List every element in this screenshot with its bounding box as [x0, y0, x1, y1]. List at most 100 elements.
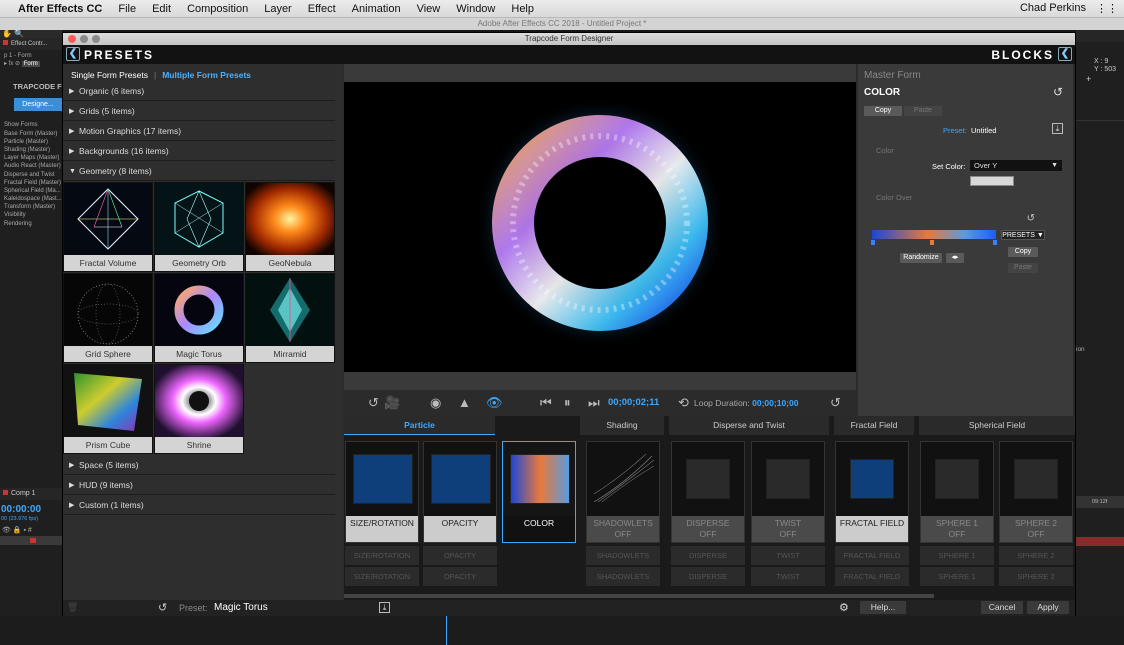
gradient-stop[interactable] [993, 240, 997, 245]
hand-tool-icon[interactable]: ✋ 🔍 [2, 30, 24, 38]
reset-view-icon[interactable]: ↺ [368, 395, 379, 411]
paste-button[interactable]: Paste [904, 106, 942, 116]
presets-back-icon[interactable]: ❮ [66, 47, 80, 61]
tree-item[interactable]: Rendering [0, 220, 62, 228]
menu-composition[interactable]: Composition [179, 3, 256, 15]
skip-back-icon[interactable]: ⏮ [540, 395, 552, 411]
sub-block[interactable]: TWIST [751, 546, 825, 565]
loop-duration-value[interactable]: 00;00;10;00 [752, 398, 798, 408]
gradient-presets-button[interactable]: PRESETS ▼ [1001, 230, 1045, 240]
tree-item[interactable]: Base Form (Master) [0, 130, 62, 138]
preset-thumb-geonebula[interactable]: GeoNebula [245, 182, 335, 272]
effect-toggle-icon[interactable]: ▸ fx ⊘ [4, 61, 20, 67]
eye-icon[interactable]: 👁 [486, 395, 503, 411]
preset-thumb-fractal-volume[interactable]: Fractal Volume [63, 182, 153, 272]
ae-layer-bar[interactable] [1076, 537, 1124, 546]
gradient-reset-icon[interactable]: ↺ [1027, 213, 1035, 224]
ae-layer-row[interactable] [0, 536, 62, 545]
randomize-button[interactable]: Randomize [900, 253, 942, 263]
block-color[interactable]: COLOR [502, 441, 576, 543]
loop-reset-icon[interactable]: ↺ [830, 395, 841, 411]
sub-block[interactable]: SPHERE 2 [999, 546, 1073, 565]
help-button[interactable]: Help... [860, 601, 906, 614]
set-color-dropdown[interactable]: Over Y ▼ [970, 160, 1062, 171]
tree-item[interactable]: Layer Maps (Master) [0, 154, 62, 162]
sub-block[interactable]: SHADOWLETS [586, 546, 660, 565]
loop-icon[interactable]: ⟲ [678, 395, 689, 411]
sub-block[interactable]: FRACTAL FIELD [835, 546, 909, 565]
sub-block[interactable]: OPACITY [423, 546, 497, 565]
preset-value[interactable]: Untitled [971, 126, 996, 135]
block-size-rotation[interactable]: SIZE/ROTATION [345, 441, 419, 543]
group-particle[interactable]: Particle [344, 416, 495, 435]
apply-button[interactable]: Apply [1027, 601, 1069, 614]
settings-gear-icon[interactable]: ⚙ [839, 601, 849, 614]
ae-form-effect[interactable]: Form [21, 61, 40, 68]
trash-icon[interactable]: 🗑 [67, 602, 78, 613]
user-name[interactable]: Chad Perkins [1020, 2, 1086, 15]
blocks-back-icon[interactable]: ❮ [1058, 47, 1072, 61]
cancel-button[interactable]: Cancel [981, 601, 1023, 614]
ae-effect-tab[interactable]: Effect Contr... [0, 38, 62, 50]
footer-preset-value[interactable]: Magic Torus [214, 602, 268, 613]
reset-icon[interactable]: ↺ [1053, 85, 1063, 99]
sub-block[interactable]: DISPERSE [671, 567, 745, 586]
gradient-stop[interactable] [930, 240, 934, 245]
ae-timeline-tab[interactable]: Comp 1 [0, 488, 62, 500]
layer-switches-icon[interactable]: 👁 🔒 ▪ # [2, 526, 32, 534]
tree-item[interactable]: Fractal Field (Master) [0, 179, 62, 187]
preset-thumb-grid-sphere[interactable]: Grid Sphere [63, 273, 153, 363]
tree-item[interactable]: Transform (Master) [0, 203, 62, 211]
sub-block[interactable]: OPACITY [423, 567, 497, 586]
tree-item[interactable]: Spherical Field (Ma... [0, 187, 62, 195]
color-swatch[interactable] [970, 176, 1014, 186]
preset-thumb-geometry-orb[interactable]: Geometry Orb [154, 182, 244, 272]
sub-block[interactable]: SIZE/ROTATION [345, 546, 419, 565]
gradient-stop[interactable] [871, 240, 875, 245]
preset-thumb-mirramid[interactable]: Mirramid [245, 273, 335, 363]
category-custom[interactable]: ▶ Custom (1 items) [63, 496, 335, 515]
tree-item[interactable]: Kaleidospace (Mast... [0, 195, 62, 203]
copy-button[interactable]: Copy [864, 106, 902, 116]
block-twist[interactable]: TWIST OFF [751, 441, 825, 543]
group-shading[interactable]: Shading [580, 416, 664, 435]
menu-extras-icon[interactable]: ⋮⋮ [1096, 2, 1118, 15]
menu-window[interactable]: Window [448, 3, 503, 15]
tree-item[interactable]: Disperse and Twist [0, 171, 62, 179]
group-spherical-field[interactable]: Spherical Field [919, 416, 1075, 435]
ae-playhead[interactable] [446, 616, 447, 645]
sub-block[interactable]: DISPERSE [671, 546, 745, 565]
grid-warning-icon[interactable]: ▲ [458, 395, 471, 410]
footer-save-icon[interactable]: ⤓ [379, 602, 390, 613]
sub-block[interactable]: SPHERE 1 [920, 546, 994, 565]
category-space[interactable]: ▶ Space (5 items) [63, 456, 335, 475]
randomize-stepper-icon[interactable]: ◂▸ [946, 253, 964, 263]
audio-icon[interactable]: ◉ [430, 395, 441, 411]
tree-item[interactable]: Show Forms [0, 121, 62, 129]
category-geometry[interactable]: ▼ Geometry (8 items) [63, 162, 335, 181]
save-preset-icon[interactable]: ⤓ [1052, 123, 1063, 134]
footer-reset-icon[interactable]: ↺ [158, 601, 167, 614]
menu-view[interactable]: View [409, 3, 449, 15]
block-opacity[interactable]: OPACITY [423, 441, 497, 543]
category-hud[interactable]: ▶ HUD (9 items) [63, 476, 335, 495]
preview-viewport[interactable] [344, 82, 856, 372]
menu-animation[interactable]: Animation [344, 3, 409, 15]
menu-app[interactable]: After Effects CC [10, 3, 110, 15]
menu-effect[interactable]: Effect [300, 3, 344, 15]
block-fractal-field[interactable]: FRACTAL FIELD [835, 441, 909, 543]
ae-timecode[interactable]: 00:00:00 [1, 504, 41, 515]
blocks-scrollbar[interactable] [344, 594, 934, 598]
preview-timecode[interactable]: 00;00;02;11 [608, 397, 659, 408]
menu-layer[interactable]: Layer [256, 3, 300, 15]
zoom-window-icon[interactable] [92, 35, 100, 43]
gradient-paste-button[interactable]: Paste [1008, 263, 1038, 273]
tree-item[interactable]: Visibility [0, 211, 62, 219]
tree-item[interactable]: Particle (Master) [0, 138, 62, 146]
category-motion-graphics[interactable]: ▶ Motion Graphics (17 items) [63, 122, 335, 141]
menu-file[interactable]: File [110, 3, 144, 15]
group-disperse-twist[interactable]: Disperse and Twist [669, 416, 829, 435]
block-sphere-2[interactable]: SPHERE 2 OFF [999, 441, 1073, 543]
gradient-copy-button[interactable]: Copy [1008, 247, 1038, 257]
minimize-window-icon[interactable] [80, 35, 88, 43]
